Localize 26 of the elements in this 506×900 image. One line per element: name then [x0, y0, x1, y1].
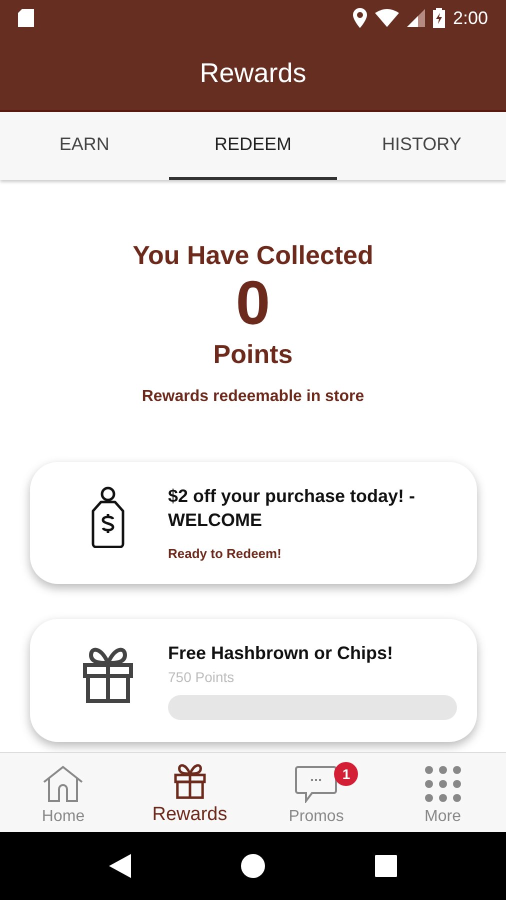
nav-tab[interactable]: Rewards [126, 753, 253, 832]
collected-heading: You Have Collected [132, 240, 374, 271]
grid-dots-icon [424, 765, 462, 803]
signal-icon [406, 9, 425, 27]
screen-title: Rewards [200, 58, 306, 88]
back-icon[interactable] [109, 854, 131, 878]
tab[interactable]: EARN [0, 112, 169, 180]
nav-tab[interactable]: 1 Promos [253, 753, 380, 832]
reward-cost: 750 Points [168, 669, 236, 685]
reward-title: $2 off your purchase today! - WELCOME [168, 485, 416, 532]
points-value: 0 [236, 273, 270, 335]
battery-icon [432, 8, 445, 28]
chat-bubble-icon [294, 765, 338, 803]
home-button-icon[interactable] [241, 854, 265, 878]
location-icon [352, 8, 367, 28]
tab[interactable]: HISTORY [337, 112, 506, 180]
redeem-status: Ready to Redeem! [168, 546, 282, 561]
redeem-note: Rewards redeemable in store [142, 388, 364, 406]
sd-card-icon [18, 9, 34, 27]
reward-title: Free Hashbrown or Chips! [168, 642, 394, 665]
notification-badge: 1 [334, 762, 358, 786]
home-icon [42, 765, 84, 803]
points-label: Points [213, 339, 293, 370]
gift-icon [172, 761, 207, 799]
wifi-icon [374, 9, 399, 27]
clock-time: 2:00 [452, 8, 488, 28]
